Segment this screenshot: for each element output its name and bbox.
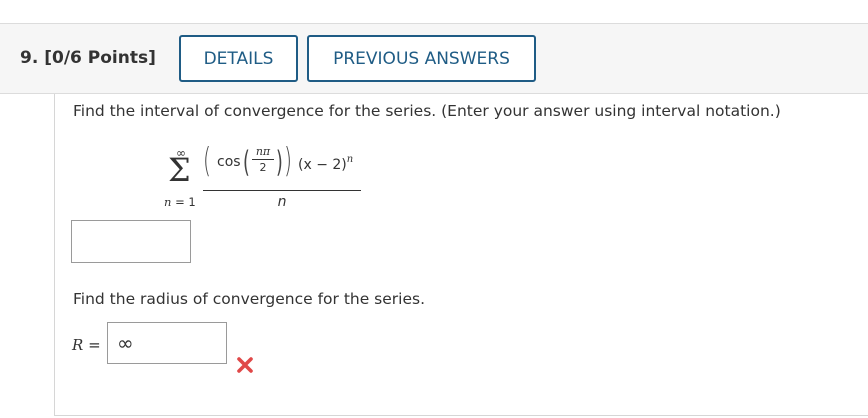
details-button[interactable]: DETAILS: [179, 35, 298, 82]
left-paren-inner: (: [243, 145, 250, 179]
right-paren-inner: ): [276, 145, 283, 179]
interval-answer-input[interactable]: [71, 220, 191, 263]
power-term: (x − 2)n: [298, 154, 354, 173]
question-number: 9.: [20, 48, 39, 68]
incorrect-x-icon: [237, 357, 253, 373]
question-points: [0/6 Points]: [44, 48, 156, 68]
formula-numerator: ( cos ( nπ 2 ) ) (x − 2)n: [203, 141, 363, 185]
sum-lower-limit: n = 1: [164, 195, 196, 209]
interval-prompt: Find the interval of convergence for the…: [73, 102, 781, 120]
radius-label: R =: [72, 336, 101, 354]
right-paren: ): [284, 141, 292, 181]
inner-numerator: nπ: [252, 146, 274, 160]
question-title: 9. [0/6 Points]: [20, 48, 156, 68]
radius-prompt: Find the radius of convergence for the s…: [73, 290, 426, 308]
formula-denominator: n: [277, 194, 287, 210]
left-paren: (: [203, 141, 211, 181]
radius-answer-input[interactable]: ∞: [107, 322, 227, 364]
inner-denominator: 2: [259, 161, 267, 174]
cos-function: cos: [217, 154, 241, 170]
sigma-symbol: Σ: [168, 151, 191, 189]
inner-fraction: nπ 2: [252, 146, 274, 174]
question-header: 9. [0/6 Points] DETAILS PREVIOUS ANSWERS: [0, 23, 868, 94]
previous-answers-button[interactable]: PREVIOUS ANSWERS: [307, 35, 536, 82]
fraction-bar: [203, 190, 361, 191]
